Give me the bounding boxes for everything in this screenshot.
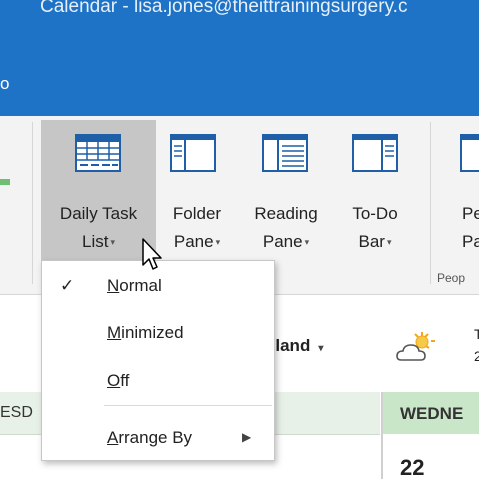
daily-task-list-label-2: List ▾ <box>82 232 115 251</box>
ribbon-group-separator <box>430 122 431 284</box>
todo-bar-icon <box>352 134 398 172</box>
chevron-down-icon: ▾ <box>304 237 310 248</box>
menu-item-label: Off <box>107 371 130 390</box>
wednesday-header-label: WEDNE <box>400 404 464 423</box>
folder-pane-label-2: Pane ▾ <box>173 232 221 251</box>
menu-item-arrange-by[interactable]: Arrange By ▶ <box>42 418 274 458</box>
tuesday-header-label: ESD <box>0 404 33 421</box>
date-number[interactable]: 22 <box>400 455 424 481</box>
chevron-down-icon: ▾ <box>318 343 324 354</box>
chevron-down-icon: ▾ <box>386 237 392 248</box>
title-bar: Calendar - lisa.jones@theittrainingsurge… <box>0 0 479 116</box>
daily-task-list-icon <box>75 134 121 172</box>
todo-bar-label-1: To-Do <box>352 204 398 223</box>
weather-text: T <box>474 326 479 342</box>
folder-pane-label-1: Folder <box>172 204 222 223</box>
ribbon-status-mark <box>0 179 10 185</box>
menu-item-off[interactable]: Off <box>42 361 274 401</box>
chevron-down-icon: ▾ <box>110 237 115 248</box>
folder-pane-icon <box>170 134 216 172</box>
checkmark-icon: ✓ <box>60 276 75 295</box>
people-pane-icon <box>460 134 479 172</box>
todo-bar-button[interactable]: To-Do Bar ▾ <box>336 120 414 270</box>
ribbon-group-separator <box>32 122 33 284</box>
menu-separator <box>104 405 272 406</box>
ribbon-tab-fragment[interactable]: o <box>0 74 9 94</box>
menu-item-label: Normal <box>107 276 162 295</box>
chevron-down-icon: ▾ <box>215 237 221 248</box>
daily-task-list-button[interactable]: Daily Task List ▾ <box>41 120 156 270</box>
reading-pane-label-2: Pane ▾ <box>262 232 310 251</box>
reading-pane-button[interactable]: Reading Pane ▾ <box>240 120 332 270</box>
daily-task-list-menu: ✓ Normal Minimized Off Arrange By ▶ <box>41 260 275 461</box>
menu-item-label: Arrange By <box>107 428 193 447</box>
todo-bar-label-2: Bar ▾ <box>358 232 392 251</box>
submenu-arrow-icon: ▶ <box>242 430 252 444</box>
reading-pane-icon <box>262 134 308 172</box>
weather-subtext: 2 <box>474 348 479 364</box>
folder-pane-button[interactable]: Folder Pane ▾ <box>158 120 236 270</box>
window-title: Calendar - lisa.jones@theittrainingsurge… <box>40 0 408 17</box>
menu-item-label: Minimized <box>107 323 184 342</box>
menu-item-minimized[interactable]: Minimized <box>42 313 274 353</box>
mouse-cursor-icon <box>142 238 162 270</box>
people-pane-label-2: Pa <box>462 232 479 251</box>
ribbon-group-label: Peop <box>437 271 466 285</box>
reading-pane-label-1: Reading <box>254 204 318 223</box>
daily-task-list-label-1: Daily Task <box>59 204 138 223</box>
people-pane-button[interactable]: Pe Pa <box>458 120 479 270</box>
partly-sunny-icon <box>396 332 435 361</box>
people-pane-label-1: Pe <box>462 204 479 223</box>
